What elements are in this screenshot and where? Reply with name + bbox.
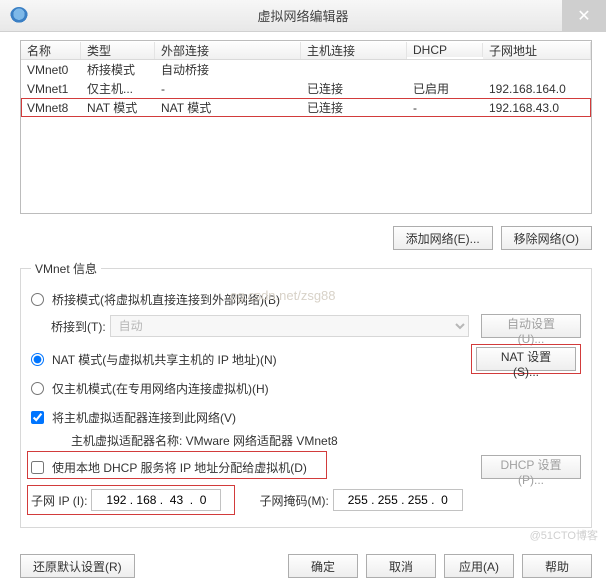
radio-hostonly-label: 仅主机模式(在专用网络内连接虚拟机)(H) [52, 380, 269, 397]
checkbox-host-adapter[interactable] [31, 411, 44, 424]
col-name[interactable]: 名称 [21, 42, 81, 59]
radio-nat[interactable] [31, 353, 44, 366]
vmnet-info-fieldset: VMnet 信息 桥接模式(将虚拟机直接连接到外部网络)(B) 桥接到(T): … [20, 260, 592, 528]
table-header: 名称 类型 外部连接 主机连接 DHCP 子网地址 [21, 41, 591, 60]
radio-bridge-label: 桥接模式(将虚拟机直接连接到外部网络)(B) [52, 291, 280, 308]
dhcp-settings-button[interactable]: DHCP 设置(P)... [481, 455, 581, 479]
checkbox-dhcp[interactable] [31, 461, 44, 474]
auto-settings-button[interactable]: 自动设置(U)... [481, 314, 581, 338]
checkbox-host-adapter-label: 将主机虚拟适配器连接到此网络(V) [52, 409, 236, 426]
col-subnet[interactable]: 子网地址 [483, 42, 591, 59]
table-empty-area [21, 117, 591, 213]
table-row-selected[interactable]: VMnet8 NAT 模式 NAT 模式 已连接 - 192.168.43.0 [21, 98, 591, 117]
adapter-name-line: 主机虚拟适配器名称: VMware 网络适配器 VMnet8 [71, 432, 581, 449]
subnet-ip-label: 子网 IP (I): [31, 492, 87, 509]
remove-network-button[interactable]: 移除网络(O) [501, 226, 592, 250]
subnet-mask-input[interactable] [333, 489, 463, 511]
window-title: 虚拟网络编辑器 [0, 6, 606, 25]
radio-nat-label: NAT 模式(与虚拟机共享主机的 IP 地址)(N) [52, 351, 277, 368]
ok-button[interactable]: 确定 [288, 554, 358, 578]
col-ext[interactable]: 外部连接 [155, 42, 301, 59]
checkbox-dhcp-label: 使用本地 DHCP 服务将 IP 地址分配给虚拟机(D) [52, 459, 307, 476]
fieldset-legend: VMnet 信息 [31, 260, 101, 277]
add-network-button[interactable]: 添加网络(E)... [393, 226, 493, 250]
table-row[interactable]: VMnet1 仅主机... - 已连接 已启用 192.168.164.0 [21, 79, 591, 98]
subnet-mask-label: 子网掩码(M): [259, 492, 328, 509]
bridge-to-label: 桥接到(T): [51, 318, 106, 335]
bridge-to-select[interactable]: 自动 [110, 315, 469, 337]
radio-hostonly[interactable] [31, 382, 44, 395]
apply-button[interactable]: 应用(A) [444, 554, 514, 578]
corner-watermark: @51CTO博客 [530, 527, 598, 543]
title-bar: 虚拟网络编辑器 ✕ [0, 0, 606, 32]
restore-defaults-button[interactable]: 还原默认设置(R) [20, 554, 135, 578]
radio-bridge[interactable] [31, 293, 44, 306]
close-button[interactable]: ✕ [562, 0, 606, 32]
table-row[interactable]: VMnet0 桥接模式 自动桥接 [21, 60, 591, 79]
subnet-ip-input[interactable] [91, 489, 221, 511]
col-dhcp[interactable]: DHCP [407, 43, 483, 57]
cancel-button[interactable]: 取消 [366, 554, 436, 578]
nat-settings-button[interactable]: NAT 设置(S)... [476, 347, 576, 371]
network-table: 名称 类型 外部连接 主机连接 DHCP 子网地址 VMnet0 桥接模式 自动… [20, 40, 592, 214]
help-button[interactable]: 帮助 [522, 554, 592, 578]
col-type[interactable]: 类型 [81, 42, 155, 59]
dialog-footer: 还原默认设置(R) 确定 取消 应用(A) 帮助 [0, 548, 606, 578]
col-host[interactable]: 主机连接 [301, 42, 407, 59]
